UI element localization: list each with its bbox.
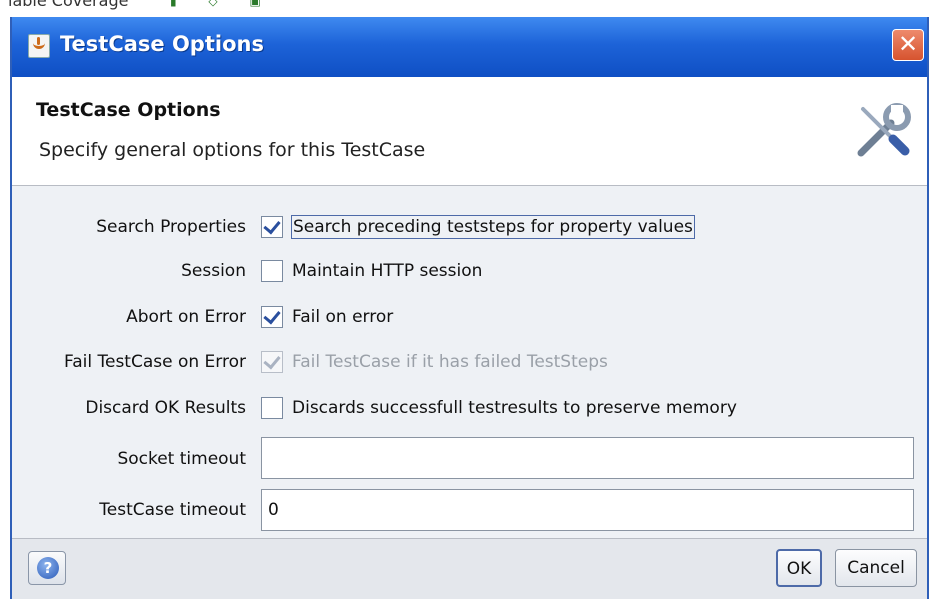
ok-button[interactable]: OK (776, 549, 822, 587)
option-row-session: Session Maintain HTTP session (12, 255, 927, 289)
option-row-abort-on-error: Abort on Error Fail on error (12, 301, 927, 335)
search-properties-label: Search Properties (96, 217, 246, 237)
socket-timeout-input[interactable] (261, 437, 914, 479)
session-label: Session (181, 261, 246, 281)
option-row-fail-testcase-on-error: Fail TestCase on Error Fail TestCase if … (12, 346, 927, 380)
close-button[interactable]: ✕ (892, 29, 924, 61)
field-row-socket-timeout: Socket timeout (12, 437, 927, 483)
option-row-search-properties: Search Properties Search preceding tests… (12, 211, 927, 245)
session-checkbox[interactable] (261, 260, 283, 282)
abort-on-error-label: Abort on Error (126, 307, 246, 327)
header-panel: TestCase Options Specify general options… (12, 77, 927, 186)
search-properties-checkbox[interactable] (261, 216, 283, 238)
field-row-testcase-timeout: TestCase timeout 0 (12, 489, 927, 535)
abort-on-error-text[interactable]: Fail on error (292, 307, 393, 327)
java-cup-icon (28, 34, 50, 58)
abort-on-error-checkbox[interactable] (261, 306, 283, 328)
background-toolbar-icons: ▮ ◇ ▣ (170, 0, 275, 8)
close-icon: ✕ (897, 30, 919, 58)
testcase-options-dialog: TestCase Options ✕ TestCase Options Spec… (10, 17, 929, 599)
background-window-strip: iable Coverage ▮ ◇ ▣ (0, 0, 929, 18)
socket-timeout-label: Socket timeout (117, 449, 246, 469)
header-description: Specify general options for this TestCas… (39, 139, 426, 161)
option-row-discard-ok-results: Discard OK Results Discards successfull … (12, 392, 927, 426)
session-text[interactable]: Maintain HTTP session (292, 261, 482, 281)
background-window-text: iable Coverage (8, 0, 129, 10)
discard-ok-results-checkbox[interactable] (261, 397, 283, 419)
title-bar[interactable]: TestCase Options ✕ (12, 17, 927, 77)
search-properties-text[interactable]: Search preceding teststeps for property … (291, 215, 695, 239)
cancel-button[interactable]: Cancel (835, 549, 917, 587)
testcase-timeout-input[interactable]: 0 (261, 489, 914, 531)
fail-testcase-on-error-label: Fail TestCase on Error (64, 352, 246, 372)
help-icon: ? (37, 557, 59, 579)
testcase-timeout-label: TestCase timeout (99, 500, 246, 520)
fail-testcase-on-error-checkbox (261, 351, 283, 373)
window-title: TestCase Options (60, 32, 264, 56)
discard-ok-results-text[interactable]: Discards successfull testresults to pres… (292, 398, 737, 418)
discard-ok-results-label: Discard OK Results (85, 398, 246, 418)
header-title: TestCase Options (36, 99, 221, 121)
wrench-screwdriver-icon (857, 103, 911, 157)
fail-testcase-on-error-text: Fail TestCase if it has failed TestSteps (292, 352, 608, 372)
dialog-footer: ? OK Cancel (12, 538, 927, 599)
help-button[interactable]: ? (28, 551, 66, 585)
